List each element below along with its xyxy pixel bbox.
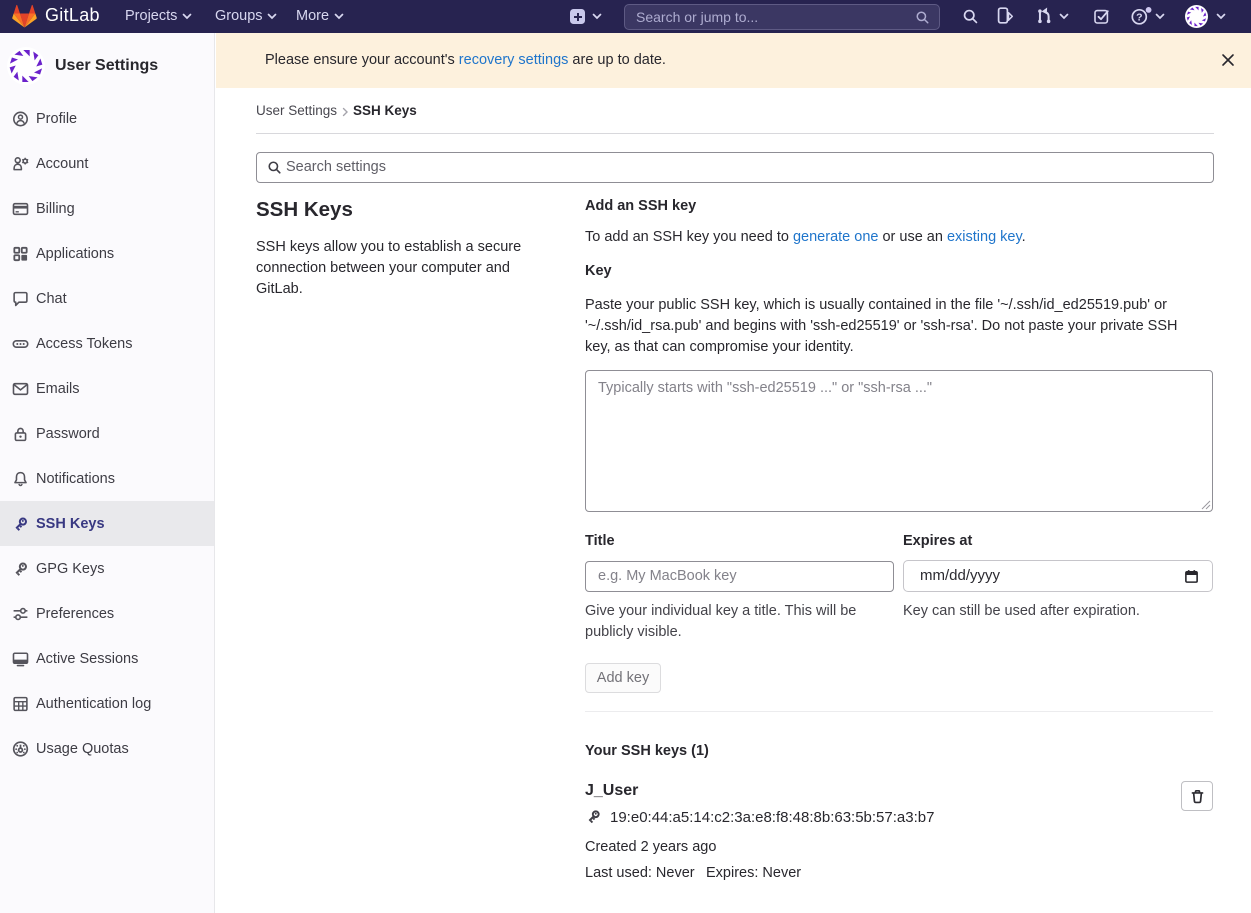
svg-text:?: ? (1136, 12, 1142, 24)
